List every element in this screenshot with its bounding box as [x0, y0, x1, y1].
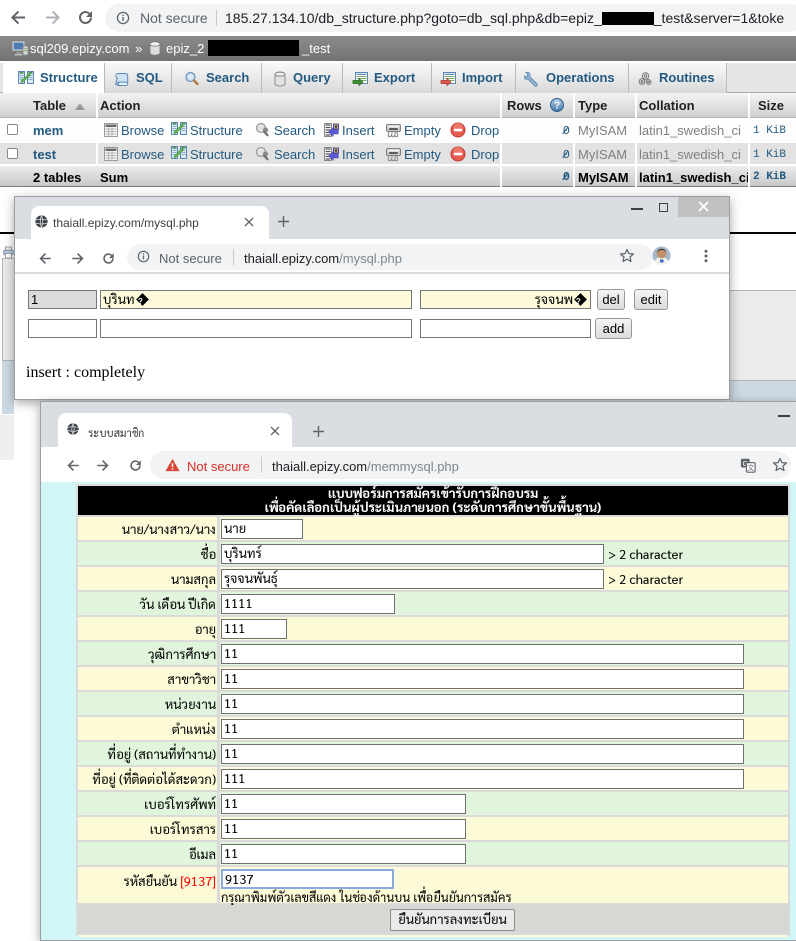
- svg-text:?: ?: [554, 101, 560, 112]
- svg-text:文: 文: [747, 463, 754, 472]
